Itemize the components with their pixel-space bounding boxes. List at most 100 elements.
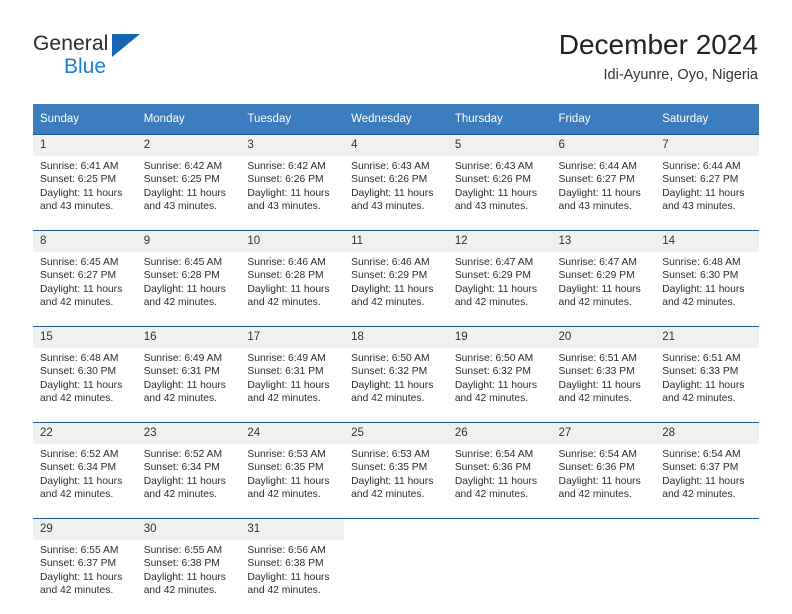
day-cell[interactable]: Sunrise: 6:51 AMSunset: 6:33 PMDaylight:… [655, 348, 759, 423]
daylight-text-line2: and 43 minutes. [247, 200, 338, 213]
daylight-text-line1: Daylight: 11 hours [247, 571, 338, 584]
day-number[interactable]: 20 [552, 327, 656, 348]
day-cell[interactable]: Sunrise: 6:47 AMSunset: 6:29 PMDaylight:… [448, 252, 552, 327]
sunrise-text: Sunrise: 6:48 AM [662, 256, 753, 269]
day-number-row: 15161718192021 [33, 327, 759, 348]
day-cell[interactable]: Sunrise: 6:55 AMSunset: 6:37 PMDaylight:… [33, 540, 137, 614]
day-cell[interactable]: Sunrise: 6:45 AMSunset: 6:27 PMDaylight:… [33, 252, 137, 327]
day-number[interactable]: 17 [240, 327, 344, 348]
day-number[interactable]: 16 [137, 327, 241, 348]
day-cell[interactable]: Sunrise: 6:42 AMSunset: 6:26 PMDaylight:… [240, 156, 344, 231]
daylight-text-line1: Daylight: 11 hours [40, 379, 131, 392]
day-number[interactable]: 29 [33, 519, 137, 540]
day-cell[interactable]: Sunrise: 6:56 AMSunset: 6:38 PMDaylight:… [240, 540, 344, 614]
day-cell[interactable]: Sunrise: 6:50 AMSunset: 6:32 PMDaylight:… [344, 348, 448, 423]
day-number[interactable]: 25 [344, 423, 448, 444]
sunrise-text: Sunrise: 6:52 AM [40, 448, 131, 461]
day-cell[interactable]: Sunrise: 6:54 AMSunset: 6:36 PMDaylight:… [552, 444, 656, 519]
day-number[interactable]: 11 [344, 231, 448, 252]
day-number[interactable]: 10 [240, 231, 344, 252]
day-cell[interactable]: Sunrise: 6:52 AMSunset: 6:34 PMDaylight:… [137, 444, 241, 519]
daylight-text-line2: and 42 minutes. [455, 392, 546, 405]
daylight-text-line2: and 42 minutes. [559, 392, 650, 405]
day-number[interactable]: 27 [552, 423, 656, 444]
day-number[interactable]: 30 [137, 519, 241, 540]
day-number[interactable]: 2 [137, 135, 241, 156]
daylight-text-line1: Daylight: 11 hours [455, 187, 546, 200]
day-number[interactable]: 18 [344, 327, 448, 348]
day-cell[interactable]: Sunrise: 6:46 AMSunset: 6:28 PMDaylight:… [240, 252, 344, 327]
daylight-text-line1: Daylight: 11 hours [40, 283, 131, 296]
sunset-text: Sunset: 6:29 PM [559, 269, 650, 282]
day-number[interactable]: 15 [33, 327, 137, 348]
day-number[interactable]: 28 [655, 423, 759, 444]
day-number[interactable]: 23 [137, 423, 241, 444]
day-number[interactable]: 9 [137, 231, 241, 252]
daylight-text-line2: and 42 minutes. [40, 584, 131, 597]
day-cell[interactable]: Sunrise: 6:48 AMSunset: 6:30 PMDaylight:… [655, 252, 759, 327]
day-number[interactable]: 6 [552, 135, 656, 156]
day-detail-row: Sunrise: 6:41 AMSunset: 6:25 PMDaylight:… [33, 156, 759, 231]
day-cell[interactable]: Sunrise: 6:53 AMSunset: 6:35 PMDaylight:… [344, 444, 448, 519]
sunrise-text: Sunrise: 6:47 AM [455, 256, 546, 269]
day-cell[interactable]: Sunrise: 6:43 AMSunset: 6:26 PMDaylight:… [344, 156, 448, 231]
sunrise-text: Sunrise: 6:42 AM [247, 160, 338, 173]
daylight-text-line2: and 42 minutes. [247, 584, 338, 597]
day-cell[interactable]: Sunrise: 6:41 AMSunset: 6:25 PMDaylight:… [33, 156, 137, 231]
day-number[interactable]: 4 [344, 135, 448, 156]
day-cell[interactable]: Sunrise: 6:55 AMSunset: 6:38 PMDaylight:… [137, 540, 241, 614]
day-number[interactable]: 31 [240, 519, 344, 540]
day-cell[interactable]: Sunrise: 6:48 AMSunset: 6:30 PMDaylight:… [33, 348, 137, 423]
day-cell[interactable]: Sunrise: 6:49 AMSunset: 6:31 PMDaylight:… [240, 348, 344, 423]
day-cell[interactable]: Sunrise: 6:43 AMSunset: 6:26 PMDaylight:… [448, 156, 552, 231]
day-number[interactable]: 21 [655, 327, 759, 348]
day-cell[interactable]: Sunrise: 6:51 AMSunset: 6:33 PMDaylight:… [552, 348, 656, 423]
daylight-text-line1: Daylight: 11 hours [662, 379, 753, 392]
day-cell[interactable]: Sunrise: 6:53 AMSunset: 6:35 PMDaylight:… [240, 444, 344, 519]
day-number[interactable]: 1 [33, 135, 137, 156]
day-number[interactable]: 22 [33, 423, 137, 444]
daylight-text-line1: Daylight: 11 hours [247, 379, 338, 392]
day-cell[interactable]: Sunrise: 6:54 AMSunset: 6:37 PMDaylight:… [655, 444, 759, 519]
day-number[interactable]: 8 [33, 231, 137, 252]
sunset-text: Sunset: 6:30 PM [40, 365, 131, 378]
day-cell[interactable]: Sunrise: 6:44 AMSunset: 6:27 PMDaylight:… [552, 156, 656, 231]
daylight-text-line1: Daylight: 11 hours [40, 187, 131, 200]
day-number[interactable]: 26 [448, 423, 552, 444]
day-number[interactable]: 7 [655, 135, 759, 156]
daylight-text-line2: and 42 minutes. [559, 488, 650, 501]
day-cell[interactable]: Sunrise: 6:52 AMSunset: 6:34 PMDaylight:… [33, 444, 137, 519]
daylight-text-line1: Daylight: 11 hours [247, 187, 338, 200]
day-cell[interactable]: Sunrise: 6:50 AMSunset: 6:32 PMDaylight:… [448, 348, 552, 423]
day-number[interactable]: 3 [240, 135, 344, 156]
day-cell[interactable]: Sunrise: 6:54 AMSunset: 6:36 PMDaylight:… [448, 444, 552, 519]
day-cell[interactable]: Sunrise: 6:45 AMSunset: 6:28 PMDaylight:… [137, 252, 241, 327]
day-cell[interactable]: Sunrise: 6:46 AMSunset: 6:29 PMDaylight:… [344, 252, 448, 327]
sunset-text: Sunset: 6:25 PM [144, 173, 235, 186]
title-block: December 2024 Idi-Ayunre, Oyo, Nigeria [559, 28, 758, 85]
generalblue-logo[interactable]: General Blue [33, 31, 213, 83]
day-number[interactable]: 5 [448, 135, 552, 156]
daylight-text-line2: and 43 minutes. [559, 200, 650, 213]
day-number[interactable]: 14 [655, 231, 759, 252]
calendar-table: Sunday Monday Tuesday Wednesday Thursday… [33, 104, 759, 614]
day-number[interactable]: 12 [448, 231, 552, 252]
daylight-text-line1: Daylight: 11 hours [144, 475, 235, 488]
sunrise-text: Sunrise: 6:43 AM [351, 160, 442, 173]
daylight-text-line1: Daylight: 11 hours [559, 187, 650, 200]
sunset-text: Sunset: 6:35 PM [247, 461, 338, 474]
daylight-text-line1: Daylight: 11 hours [247, 475, 338, 488]
day-cell[interactable]: Sunrise: 6:44 AMSunset: 6:27 PMDaylight:… [655, 156, 759, 231]
day-cell[interactable]: Sunrise: 6:49 AMSunset: 6:31 PMDaylight:… [137, 348, 241, 423]
day-number[interactable]: 19 [448, 327, 552, 348]
weekday-header-wednesday: Wednesday [344, 104, 448, 135]
day-number[interactable]: 24 [240, 423, 344, 444]
day-cell[interactable]: Sunrise: 6:47 AMSunset: 6:29 PMDaylight:… [552, 252, 656, 327]
day-number[interactable]: 13 [552, 231, 656, 252]
sunset-text: Sunset: 6:26 PM [455, 173, 546, 186]
daylight-text-line1: Daylight: 11 hours [455, 475, 546, 488]
sunset-text: Sunset: 6:28 PM [144, 269, 235, 282]
sunrise-text: Sunrise: 6:47 AM [559, 256, 650, 269]
day-cell[interactable]: Sunrise: 6:42 AMSunset: 6:25 PMDaylight:… [137, 156, 241, 231]
sunset-text: Sunset: 6:33 PM [662, 365, 753, 378]
